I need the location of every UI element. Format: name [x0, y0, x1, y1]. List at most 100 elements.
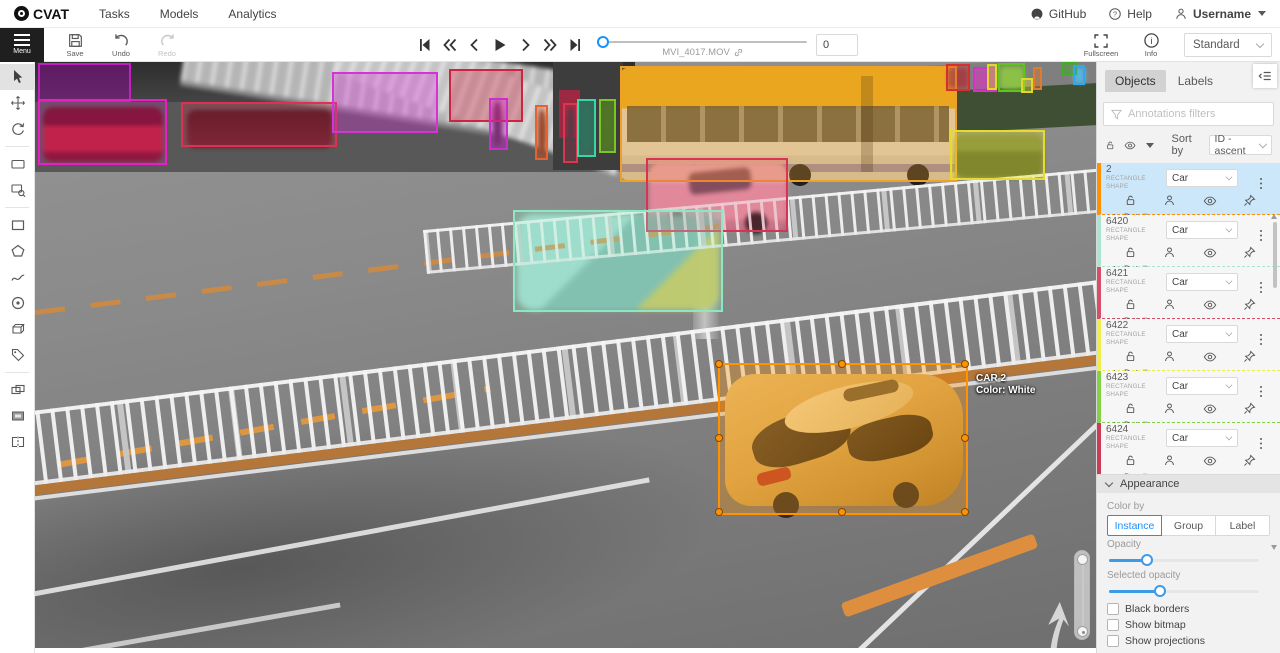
object-label-select[interactable]: Car: [1166, 429, 1238, 447]
annotations-filter[interactable]: Annotations filters: [1103, 102, 1274, 126]
backward-jump-button[interactable]: [441, 36, 459, 54]
object-item-6423[interactable]: 6423RECTANGLE SHAPECarDetails: [1097, 371, 1280, 423]
parked-car-box-purple[interactable]: [38, 63, 131, 102]
tab-objects[interactable]: Objects: [1105, 70, 1166, 92]
lock-icon[interactable]: [1124, 454, 1137, 468]
forward-jump-button[interactable]: [541, 36, 559, 54]
occluded-icon[interactable]: [1163, 246, 1176, 260]
pin-icon[interactable]: [1243, 194, 1256, 208]
object-item-6422[interactable]: 6422RECTANGLE SHAPECarDetails: [1097, 319, 1280, 371]
resize-handle[interactable]: [961, 360, 969, 368]
occluded-icon[interactable]: [1163, 298, 1176, 312]
hide-icon[interactable]: [1203, 298, 1217, 312]
fullscreen-button[interactable]: Fullscreen: [1084, 33, 1118, 58]
occluded-icon[interactable]: [1163, 350, 1176, 364]
pin-icon[interactable]: [1243, 350, 1256, 364]
draw-points-tool[interactable]: [0, 290, 35, 316]
info-button[interactable]: i Info: [1134, 32, 1168, 58]
occluded-icon[interactable]: [1163, 402, 1176, 416]
scroll-down-icon[interactable]: [1271, 545, 1277, 550]
move-tool[interactable]: [0, 90, 35, 116]
cursor-tool[interactable]: [0, 64, 35, 90]
github-link[interactable]: GitHub: [1030, 7, 1086, 21]
object-label-select[interactable]: Car: [1166, 325, 1238, 343]
object-label-select[interactable]: Car: [1166, 273, 1238, 291]
nav-item-tasks[interactable]: Tasks: [99, 7, 130, 21]
merge-tool[interactable]: [0, 377, 35, 403]
first-frame-button[interactable]: [416, 36, 434, 54]
selected-opacity-slider[interactable]: [1109, 584, 1259, 598]
undo-button[interactable]: Undo: [104, 32, 138, 58]
person-box-magenta[interactable]: [489, 98, 508, 150]
checkbox-black-borders[interactable]: Black borders: [1107, 603, 1189, 615]
tab-labels[interactable]: Labels: [1168, 70, 1223, 92]
rotate-tool[interactable]: [0, 116, 35, 142]
object-actions-menu-icon[interactable]: [1256, 280, 1266, 285]
pin-icon[interactable]: [1243, 298, 1256, 312]
zoom-slider-handle[interactable]: [1077, 554, 1088, 565]
nav-item-analytics[interactable]: Analytics: [228, 7, 276, 21]
objects-list-scrollbar[interactable]: [1270, 212, 1279, 552]
person-box-red[interactable]: [563, 103, 578, 163]
setup-tag-tool[interactable]: [0, 342, 35, 368]
frame-slider-rail[interactable]: [603, 41, 807, 43]
frame-slider[interactable]: MVI_4017.MOV: [597, 28, 809, 62]
object-label-select[interactable]: Car: [1166, 377, 1238, 395]
draw-polyline-tool[interactable]: [0, 264, 35, 290]
hide-all-icon[interactable]: [1124, 138, 1136, 153]
cvat-logo[interactable]: CVAT: [14, 6, 69, 22]
small-car-box-cyan[interactable]: [1073, 65, 1085, 85]
expand-all-caret-icon[interactable]: [1146, 143, 1154, 148]
green-car-box-yellow[interactable]: [950, 130, 1045, 180]
lock-icon[interactable]: [1124, 194, 1137, 208]
fit-image-tool[interactable]: [0, 151, 35, 177]
resize-handle[interactable]: [715, 508, 723, 516]
object-item-6421[interactable]: 6421RECTANGLE SHAPECarDetails: [1097, 267, 1280, 319]
lock-icon[interactable]: [1124, 246, 1137, 260]
moving-car-box-teal[interactable]: [513, 210, 723, 312]
play-button[interactable]: [491, 36, 509, 54]
resize-handle[interactable]: [715, 360, 723, 368]
object-actions-menu-icon[interactable]: [1256, 332, 1266, 337]
object-actions-menu-icon[interactable]: [1256, 436, 1266, 441]
selected-car-box[interactable]: CAR 2Color: White: [718, 363, 968, 515]
sort-select[interactable]: ID - ascent: [1209, 135, 1272, 155]
next-frame-button[interactable]: [516, 36, 534, 54]
person-box-green[interactable]: [599, 99, 616, 153]
object-details-toggle[interactable]: Details: [1106, 468, 1266, 474]
help-link[interactable]: ? Help: [1108, 7, 1152, 21]
draw-cuboid-tool[interactable]: [0, 316, 35, 342]
occluded-icon[interactable]: [1163, 454, 1176, 468]
draw-rectangle-tool[interactable]: [0, 212, 35, 238]
last-frame-button[interactable]: [566, 36, 584, 54]
annotation-canvas[interactable]: CAR 2Color: White: [35, 62, 1096, 648]
object-actions-menu-icon[interactable]: [1256, 176, 1266, 181]
zoom-slider-button[interactable]: [1077, 626, 1088, 637]
checkbox-box[interactable]: [1107, 635, 1119, 647]
appearance-header[interactable]: Appearance: [1097, 475, 1280, 493]
previous-frame-button[interactable]: [466, 36, 484, 54]
hide-icon[interactable]: [1203, 194, 1217, 208]
resize-handle[interactable]: [838, 508, 846, 516]
stairs-car-box-magenta[interactable]: [332, 72, 438, 133]
color-by-option-group[interactable]: Group: [1161, 515, 1216, 536]
object-label-select[interactable]: Car: [1166, 169, 1238, 187]
link-icon[interactable]: [733, 47, 744, 58]
lock-icon[interactable]: [1124, 298, 1137, 312]
scroll-up-icon[interactable]: [1271, 214, 1277, 219]
group-tool[interactable]: [0, 403, 35, 429]
color-by-option-label[interactable]: Label: [1215, 515, 1270, 536]
pin-icon[interactable]: [1243, 246, 1256, 260]
object-actions-menu-icon[interactable]: [1256, 384, 1266, 389]
frame-number-input[interactable]: [816, 34, 858, 56]
split-tool[interactable]: [0, 429, 35, 455]
dark-car-box-crimson[interactable]: [181, 102, 337, 147]
lock-icon[interactable]: [1124, 350, 1137, 364]
save-button[interactable]: Save: [58, 32, 92, 58]
object-item-2[interactable]: 2RECTANGLE SHAPECarDetails: [1097, 163, 1280, 215]
resize-handle[interactable]: [838, 360, 846, 368]
resize-handle[interactable]: [961, 508, 969, 516]
canvas-zoom-slider[interactable]: [1074, 550, 1090, 640]
select-region-tool[interactable]: [0, 177, 35, 203]
checkbox-show-bitmap[interactable]: Show bitmap: [1107, 619, 1186, 631]
